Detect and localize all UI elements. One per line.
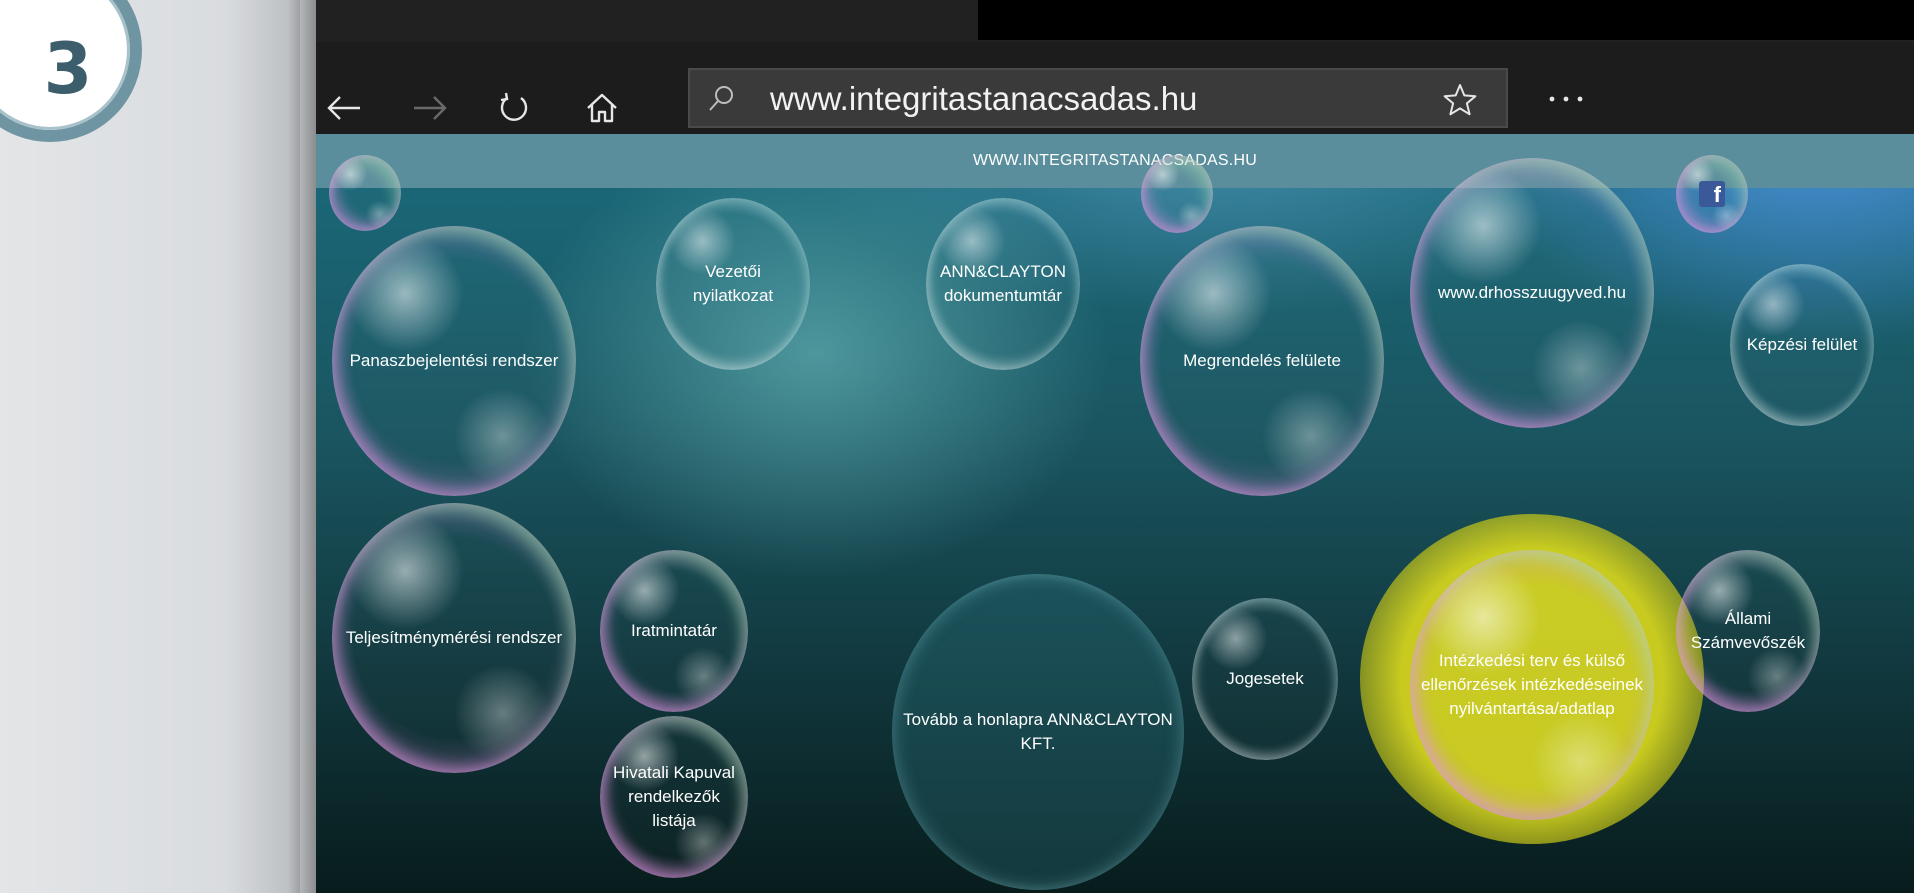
bubble-kepzesi-felulet[interactable]: Képzési felület — [1730, 264, 1874, 426]
bubble-annclayton-dokumentumtar[interactable]: ANN&CLAYTON dokumentumtár — [926, 198, 1080, 370]
bubble-intezkedesi-terv[interactable]: Intézkedési terv és külső ellenőrzések i… — [1410, 550, 1654, 820]
arrow-left-icon — [327, 96, 360, 120]
more-button[interactable] — [1538, 74, 1594, 124]
bubble-teljesitmenymeresi-rendszer[interactable]: Teljesítménymérési rendszer — [332, 503, 576, 773]
home-button[interactable] — [574, 82, 630, 134]
more-dots-icon — [1549, 96, 1583, 102]
step-number-badge: 3 — [0, 0, 142, 142]
bubble-jogesetek[interactable]: Jogesetek — [1192, 598, 1338, 760]
bubble-label: Teljesítménymérési rendszer — [345, 628, 563, 647]
back-button[interactable] — [316, 82, 372, 134]
panel-shadow — [288, 0, 316, 893]
bubble-label: Megrendelés felülete — [1183, 351, 1341, 370]
forward-button[interactable] — [402, 82, 458, 134]
refresh-icon — [500, 92, 528, 121]
bubble-label: Állami Számvevőszék — [1690, 609, 1806, 652]
bubble-vezetoi-nyilatkozat[interactable]: Vezetői nyilatkozat — [656, 198, 810, 370]
web-page-content: WWW.INTEGRITASTANACSADAS.HU f Panaszbeje… — [316, 134, 1914, 893]
bubble-label: Hivatali Kapuval rendelkezők listája — [613, 763, 735, 830]
bubble-label: Tovább a honlapra ANN&CLAYTON KFT. — [903, 710, 1173, 753]
bubble-label: Jogesetek — [1226, 669, 1304, 688]
bubble-label: Intézkedési terv és külső ellenőrzések i… — [1420, 651, 1644, 718]
decorative-bubble — [329, 155, 401, 231]
facebook-bubble[interactable]: f — [1676, 155, 1748, 233]
browser-window: www.integritastanacsadas.hu WWW.INTEGRIT… — [316, 0, 1914, 893]
site-header-title[interactable]: WWW.INTEGRITASTANACSADAS.HU — [973, 152, 1257, 170]
address-bar[interactable]: www.integritastanacsadas.hu — [688, 68, 1508, 128]
address-url[interactable]: www.integritastanacsadas.hu — [770, 70, 1197, 128]
tab-bar — [316, 0, 1914, 42]
bubble-drhosszuugyved[interactable]: www.drhosszuugyved.hu — [1410, 158, 1654, 428]
decorative-bubble — [1141, 155, 1213, 233]
step-number: 3 — [43, 28, 93, 110]
favorite-star-icon[interactable] — [1442, 82, 1478, 118]
bubble-allami-szamvevoszek[interactable]: Állami Számvevőszék — [1676, 550, 1820, 712]
bubble-label: Iratmintatár — [631, 621, 717, 640]
site-header: WWW.INTEGRITASTANACSADAS.HU — [316, 134, 1914, 188]
browser-toolbar: www.integritastanacsadas.hu — [316, 42, 1914, 134]
tab-bar-empty-area[interactable] — [978, 0, 1914, 40]
arrow-right-icon — [414, 96, 447, 120]
bubble-label: Képzési felület — [1746, 335, 1858, 354]
bubble-panaszbejelentesi-rendszer[interactable]: Panaszbejelentési rendszer — [332, 226, 576, 496]
bubble-label: Panaszbejelentési rendszer — [349, 351, 559, 370]
bubble-label: www.drhosszuugyved.hu — [1437, 283, 1627, 302]
bubble-label: ANN&CLAYTON dokumentumtár — [940, 262, 1066, 305]
bubble-label: Vezetői nyilatkozat — [692, 262, 774, 305]
slide-left-panel: 3 — [0, 0, 300, 893]
refresh-button[interactable] — [486, 82, 542, 134]
bubble-iratmintatar[interactable]: Iratmintatár — [600, 550, 748, 712]
facebook-icon: f — [1699, 181, 1725, 207]
home-icon — [587, 93, 617, 123]
bubble-megrendeles-felulete[interactable]: Megrendelés felülete — [1140, 226, 1384, 496]
bubble-hivatali-kapu[interactable]: Hivatali Kapuval rendelkezők listája — [600, 716, 748, 878]
search-icon — [709, 86, 733, 111]
bubble-tovabb-a-honlapra[interactable]: Tovább a honlapra ANN&CLAYTON KFT. — [892, 574, 1184, 890]
